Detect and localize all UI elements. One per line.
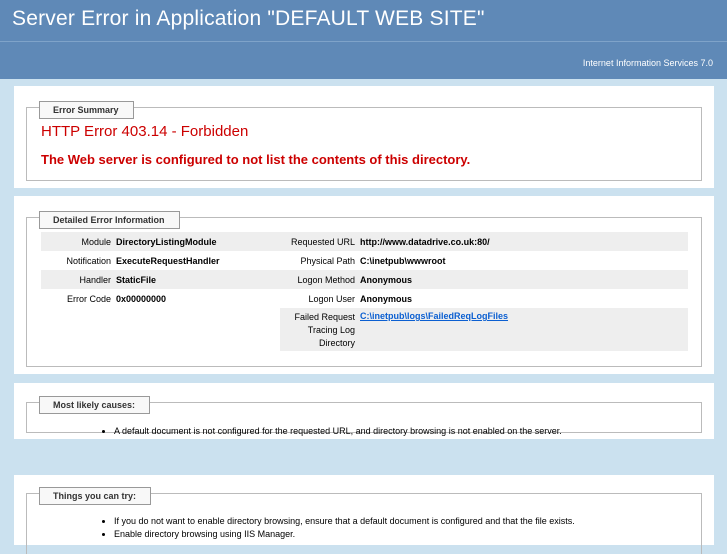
detail-label: Error Code: [66, 293, 111, 304]
detail-label: Requested URL: [280, 232, 360, 251]
page-title: Server Error in Application "DEFAULT WEB…: [12, 7, 485, 30]
detailed-error-panel: Detailed Error Information Module Direct…: [14, 196, 714, 374]
table-row: Logon Method Anonymous: [280, 270, 688, 289]
page-header: Server Error in Application "DEFAULT WEB…: [0, 0, 727, 42]
detail-value: Anonymous: [360, 270, 688, 289]
detail-label: Module: [41, 232, 116, 251]
detail-label: Notification: [66, 255, 111, 266]
server-version: Internet Information Services 7.0: [582, 58, 713, 68]
error-summary-panel: Error Summary HTTP Error 403.14 - Forbid…: [14, 86, 714, 188]
causes-panel: Most likely causes: A default document i…: [14, 383, 714, 439]
detail-label: Logon User: [308, 293, 355, 304]
causes-legend: Most likely causes:: [39, 396, 151, 414]
table-row: Module DirectoryListingModule: [41, 232, 280, 251]
detail-label: Handler: [41, 270, 116, 289]
table-row: Logon User Anonymous: [280, 289, 688, 308]
detailed-error-legend: Detailed Error Information: [39, 211, 180, 229]
list-item: Enable directory browsing using IIS Mana…: [114, 529, 575, 539]
detail-label: Logon Method: [280, 270, 360, 289]
table-row: Error Code 0x00000000: [41, 289, 280, 308]
detail-value: 0x00000000: [116, 293, 167, 304]
detail-value: C:\inetpub\logs\FailedReqLogFiles: [360, 308, 688, 351]
list-item: If you do not want to enable directory b…: [114, 516, 575, 526]
try-panel: Things you can try: If you do not want t…: [14, 475, 714, 554]
detail-value: http://www.datadrive.co.uk:80/: [360, 232, 688, 251]
detailed-right-table: Requested URL http://www.datadrive.co.uk…: [280, 232, 688, 351]
error-code-heading: HTTP Error 403.14 - Forbidden: [41, 123, 249, 140]
table-row: Handler StaticFile: [41, 270, 280, 289]
detail-label: Physical Path: [300, 255, 355, 266]
try-list: If you do not want to enable directory b…: [100, 516, 575, 542]
error-summary-fieldset: Error Summary: [26, 101, 702, 181]
try-legend: Things you can try:: [39, 487, 152, 505]
detail-value: Anonymous: [360, 293, 413, 304]
failed-request-label-1: Failed Request: [294, 312, 355, 322]
failed-request-log-link[interactable]: C:\inetpub\logs\FailedReqLogFiles: [360, 311, 508, 321]
table-row: Physical Path C:\inetpub\wwwroot: [280, 251, 688, 270]
list-item: A default document is not configured for…: [114, 426, 562, 436]
error-summary-legend: Error Summary: [39, 101, 134, 119]
causes-list: A default document is not configured for…: [100, 426, 562, 439]
table-row: Failed Request Tracing Log Directory C:\…: [280, 308, 688, 351]
detail-value: ExecuteRequestHandler: [116, 255, 220, 266]
detail-value: DirectoryListingModule: [116, 232, 280, 251]
failed-request-label-3: Directory: [318, 338, 355, 348]
server-version-bar: Internet Information Services 7.0: [0, 42, 727, 79]
table-row: Requested URL http://www.datadrive.co.uk…: [280, 232, 688, 251]
detail-label: Failed Request Tracing Log Directory: [280, 308, 360, 351]
detail-value: StaticFile: [116, 270, 280, 289]
detailed-left-table: Module DirectoryListingModule Notificati…: [41, 232, 280, 308]
table-row: Notification ExecuteRequestHandler: [41, 251, 280, 270]
detail-value: C:\inetpub\wwwroot: [360, 255, 446, 266]
error-message: The Web server is configured to not list…: [41, 152, 471, 167]
failed-request-label-2: Tracing Log: [307, 325, 355, 335]
